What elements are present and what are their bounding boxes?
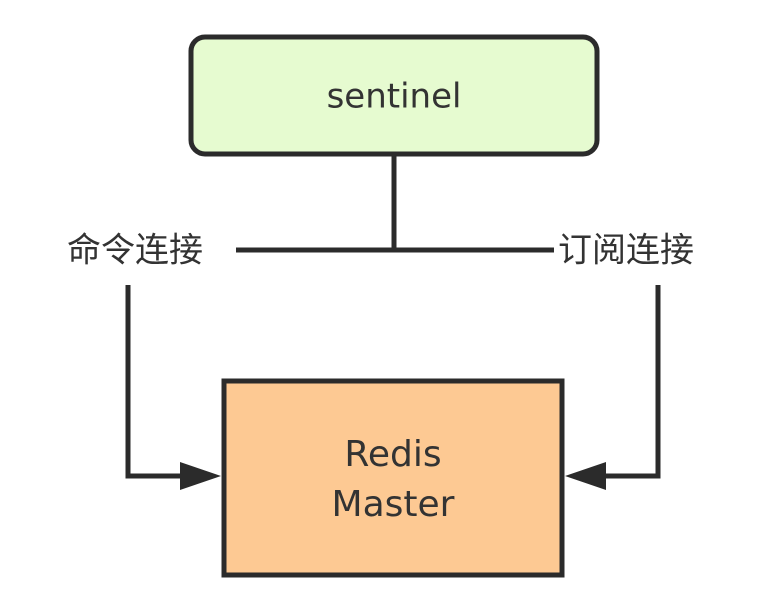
command-connection-label: 命令连接 bbox=[67, 231, 203, 271]
subscribe-connection-label: 订阅连接 bbox=[558, 231, 694, 271]
redis-master-box bbox=[221, 378, 565, 578]
redis-master-label-line2: Master bbox=[332, 484, 455, 525]
command-arrowhead bbox=[180, 462, 221, 490]
subscribe-connector bbox=[598, 285, 661, 479]
redis-master-label-line1: Redis bbox=[344, 434, 441, 475]
sentinel-label: sentinel bbox=[327, 77, 462, 117]
command-connector bbox=[125, 285, 188, 479]
subscribe-arrowhead bbox=[565, 462, 606, 490]
sentinel-node: sentinel bbox=[188, 34, 600, 157]
redis-master-node: Redis Master bbox=[221, 378, 565, 578]
architecture-diagram: sentinel Redis Master 命令连接 订阅连接 bbox=[67, 34, 694, 578]
